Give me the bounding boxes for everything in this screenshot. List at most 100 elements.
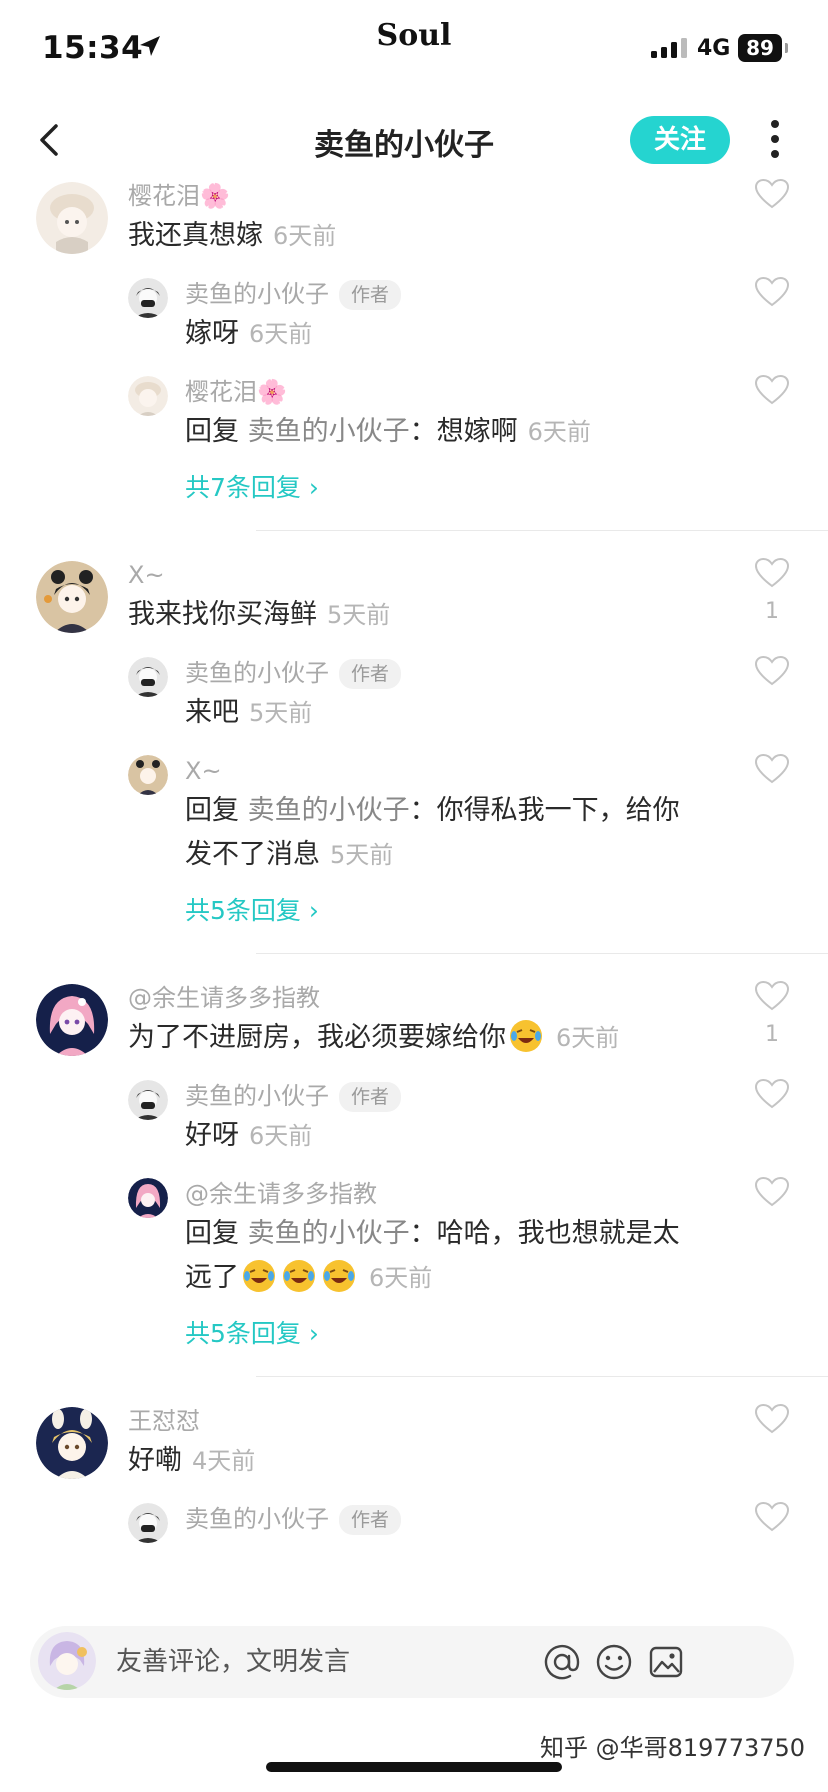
- like-button[interactable]: [754, 1403, 790, 1445]
- battery-level: 89: [738, 34, 782, 62]
- reply-item[interactable]: @余生请多多指教 回复 卖鱼的小伙子：哈哈，我也想就是太远了 6天前: [128, 1176, 828, 1300]
- reply-item[interactable]: 卖鱼的小伙子 作者 来吧 5天前: [128, 655, 828, 735]
- at-icon[interactable]: [542, 1642, 582, 1682]
- avatar[interactable]: [38, 1632, 96, 1690]
- heart-icon: [754, 178, 790, 209]
- comment-time: 5天前: [327, 601, 391, 629]
- comment-time: 6天前: [556, 1024, 620, 1052]
- reply-item[interactable]: 卖鱼的小伙子 作者 嫁呀 6天前: [128, 276, 828, 356]
- like-button[interactable]: [754, 655, 790, 691]
- emoji-icon[interactable]: [594, 1642, 634, 1682]
- reply-time: 5天前: [249, 699, 313, 727]
- reply-time: 5天前: [330, 841, 394, 869]
- heart-icon: [754, 1078, 790, 1109]
- comment-input[interactable]: [116, 1640, 536, 1684]
- crying-laughing-emoji-icon: [243, 1260, 275, 1292]
- comment-item[interactable]: X~ 我来找你买海鲜 5天前 1: [36, 557, 828, 637]
- reply-time: 6天前: [527, 418, 591, 446]
- username[interactable]: @余生请多多指教: [185, 1176, 828, 1212]
- author-badge: 作者: [339, 280, 402, 310]
- reply-text: 来吧: [185, 697, 239, 728]
- like-count: 1: [765, 1022, 779, 1047]
- username[interactable]: 卖鱼的小伙子: [185, 659, 329, 687]
- divider: [256, 1376, 828, 1377]
- reply-item[interactable]: 卖鱼的小伙子 作者: [128, 1501, 828, 1543]
- reply-time: 6天前: [249, 320, 313, 348]
- reply-target[interactable]: 卖鱼的小伙子: [248, 1218, 410, 1249]
- reply-item[interactable]: X~ 回复 卖鱼的小伙子：你得私我一下，给你发不了消息 5天前: [128, 753, 828, 877]
- avatar[interactable]: [128, 1080, 168, 1120]
- comment-text: 我还真想嫁: [128, 220, 263, 251]
- avatar[interactable]: [128, 1503, 168, 1543]
- like-button[interactable]: [754, 276, 790, 312]
- comment-input-bar: [30, 1626, 794, 1698]
- more-replies-link[interactable]: 共5条回复 ›: [185, 891, 828, 931]
- like-button[interactable]: [754, 374, 790, 410]
- like-count: 1: [765, 599, 779, 624]
- status-bar: 15:34 Soul 4G 89: [0, 0, 828, 100]
- reply-time: 6天前: [249, 1122, 313, 1150]
- nav-bar: 卖鱼的小伙子 关注: [0, 100, 828, 180]
- like-button[interactable]: [754, 178, 790, 220]
- image-icon[interactable]: [646, 1642, 686, 1682]
- avatar[interactable]: [128, 1178, 168, 1218]
- reply-text: 嫁呀: [185, 318, 239, 349]
- username[interactable]: 王怼怼: [128, 1403, 828, 1439]
- heart-icon: [754, 753, 790, 784]
- reply-text: 好呀: [185, 1120, 239, 1151]
- follow-button[interactable]: 关注: [630, 116, 730, 164]
- author-badge: 作者: [339, 1082, 402, 1112]
- like-button[interactable]: [754, 1176, 790, 1212]
- home-indicator[interactable]: [266, 1762, 562, 1772]
- like-button[interactable]: 1: [754, 557, 790, 624]
- author-badge: 作者: [339, 1505, 402, 1535]
- username[interactable]: X~: [185, 753, 828, 789]
- like-button[interactable]: [754, 1078, 790, 1114]
- heart-icon: [754, 1176, 790, 1207]
- comment-item[interactable]: 樱花泪🌸 我还真想嫁 6天前: [36, 178, 828, 258]
- comment-text: 我来找你买海鲜: [128, 599, 317, 630]
- avatar[interactable]: [128, 278, 168, 318]
- comment-text: 为了不进厨房，我必须要嫁给你: [128, 1022, 506, 1053]
- reply-target[interactable]: 卖鱼的小伙子: [248, 416, 410, 447]
- comment-thread: 樱花泪🌸 我还真想嫁 6天前 卖鱼的小伙子 作者 嫁呀 6天前 樱花泪🌸 回复 …: [0, 178, 828, 531]
- username[interactable]: X~: [128, 557, 828, 593]
- username[interactable]: 樱花泪🌸: [128, 178, 828, 214]
- battery-tip: [785, 43, 788, 53]
- avatar[interactable]: [36, 984, 108, 1056]
- username[interactable]: @余生请多多指教: [128, 980, 828, 1016]
- cellular-signal-icon: [651, 38, 687, 58]
- username[interactable]: 卖鱼的小伙子: [185, 280, 329, 308]
- reply-item[interactable]: 卖鱼的小伙子 作者 好呀 6天前: [128, 1078, 828, 1158]
- heart-icon: [754, 1501, 790, 1532]
- username[interactable]: 樱花泪🌸: [185, 374, 828, 410]
- reply-item[interactable]: 樱花泪🌸 回复 卖鱼的小伙子：想嫁啊 6天前: [128, 374, 828, 454]
- username[interactable]: 卖鱼的小伙子: [185, 1082, 329, 1110]
- heart-icon: [754, 655, 790, 686]
- divider: [256, 530, 828, 531]
- avatar[interactable]: [36, 182, 108, 254]
- more-replies-link[interactable]: 共7条回复 ›: [185, 468, 828, 508]
- username[interactable]: 卖鱼的小伙子: [185, 1505, 329, 1533]
- avatar[interactable]: [128, 376, 168, 416]
- like-button[interactable]: [754, 1501, 790, 1537]
- heart-icon: [754, 276, 790, 307]
- comment-time: 6天前: [273, 222, 337, 250]
- comment-list: 樱花泪🌸 我还真想嫁 6天前 卖鱼的小伙子 作者 嫁呀 6天前 樱花泪🌸 回复 …: [0, 178, 828, 1606]
- reply-prefix: 回复: [185, 795, 239, 826]
- reply-prefix: 回复: [185, 1218, 239, 1249]
- avatar[interactable]: [36, 1407, 108, 1479]
- more-replies-link[interactable]: 共5条回复 ›: [185, 1314, 828, 1354]
- comment-item[interactable]: 王怼怼 好嘞 4天前: [36, 1403, 828, 1483]
- avatar[interactable]: [128, 755, 168, 795]
- like-button[interactable]: [754, 753, 790, 789]
- like-button[interactable]: 1: [754, 980, 790, 1047]
- crying-laughing-emoji-icon: [283, 1260, 315, 1292]
- avatar[interactable]: [36, 561, 108, 633]
- reply-target[interactable]: 卖鱼的小伙子: [248, 795, 410, 826]
- heart-icon: [754, 1403, 790, 1434]
- comment-thread: 王怼怼 好嘞 4天前 卖鱼的小伙子 作者: [0, 1403, 828, 1543]
- avatar[interactable]: [128, 657, 168, 697]
- comment-item[interactable]: @余生请多多指教 为了不进厨房，我必须要嫁给你 6天前 1: [36, 980, 828, 1060]
- more-vertical-icon[interactable]: [768, 120, 782, 164]
